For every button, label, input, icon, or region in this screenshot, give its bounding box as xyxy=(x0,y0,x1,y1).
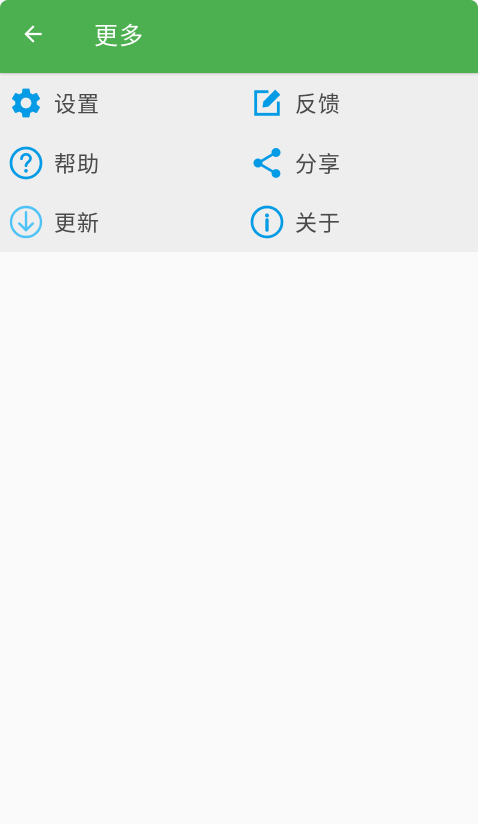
page-title: 更多 xyxy=(94,22,144,50)
gear-icon xyxy=(8,85,44,121)
arrow-left-icon xyxy=(20,21,46,51)
menu-item-label: 分享 xyxy=(295,153,342,178)
menu-item-update[interactable]: 更新 xyxy=(8,193,238,251)
menu-item-label: 反馈 xyxy=(295,93,342,118)
menu-item-help[interactable]: 帮助 xyxy=(8,134,238,192)
menu-item-settings[interactable]: 设置 xyxy=(8,74,238,132)
back-button[interactable] xyxy=(10,13,56,59)
menu-item-label: 设置 xyxy=(54,93,101,118)
menu-item-label: 更新 xyxy=(54,212,101,237)
menu-item-label: 关于 xyxy=(295,212,342,237)
menu-panel: 设置 反馈 帮助 分享 更新 关于 xyxy=(0,73,478,252)
share-icon xyxy=(249,145,285,181)
download-icon xyxy=(8,204,44,240)
menu-item-feedback[interactable]: 反馈 xyxy=(249,74,478,132)
app-bar: 更多 xyxy=(0,0,478,73)
menu-item-about[interactable]: 关于 xyxy=(249,193,478,251)
edit-icon xyxy=(249,85,285,121)
info-icon xyxy=(249,204,285,240)
help-icon xyxy=(8,145,44,181)
menu-item-label: 帮助 xyxy=(54,153,101,178)
menu-item-share[interactable]: 分享 xyxy=(249,134,478,192)
